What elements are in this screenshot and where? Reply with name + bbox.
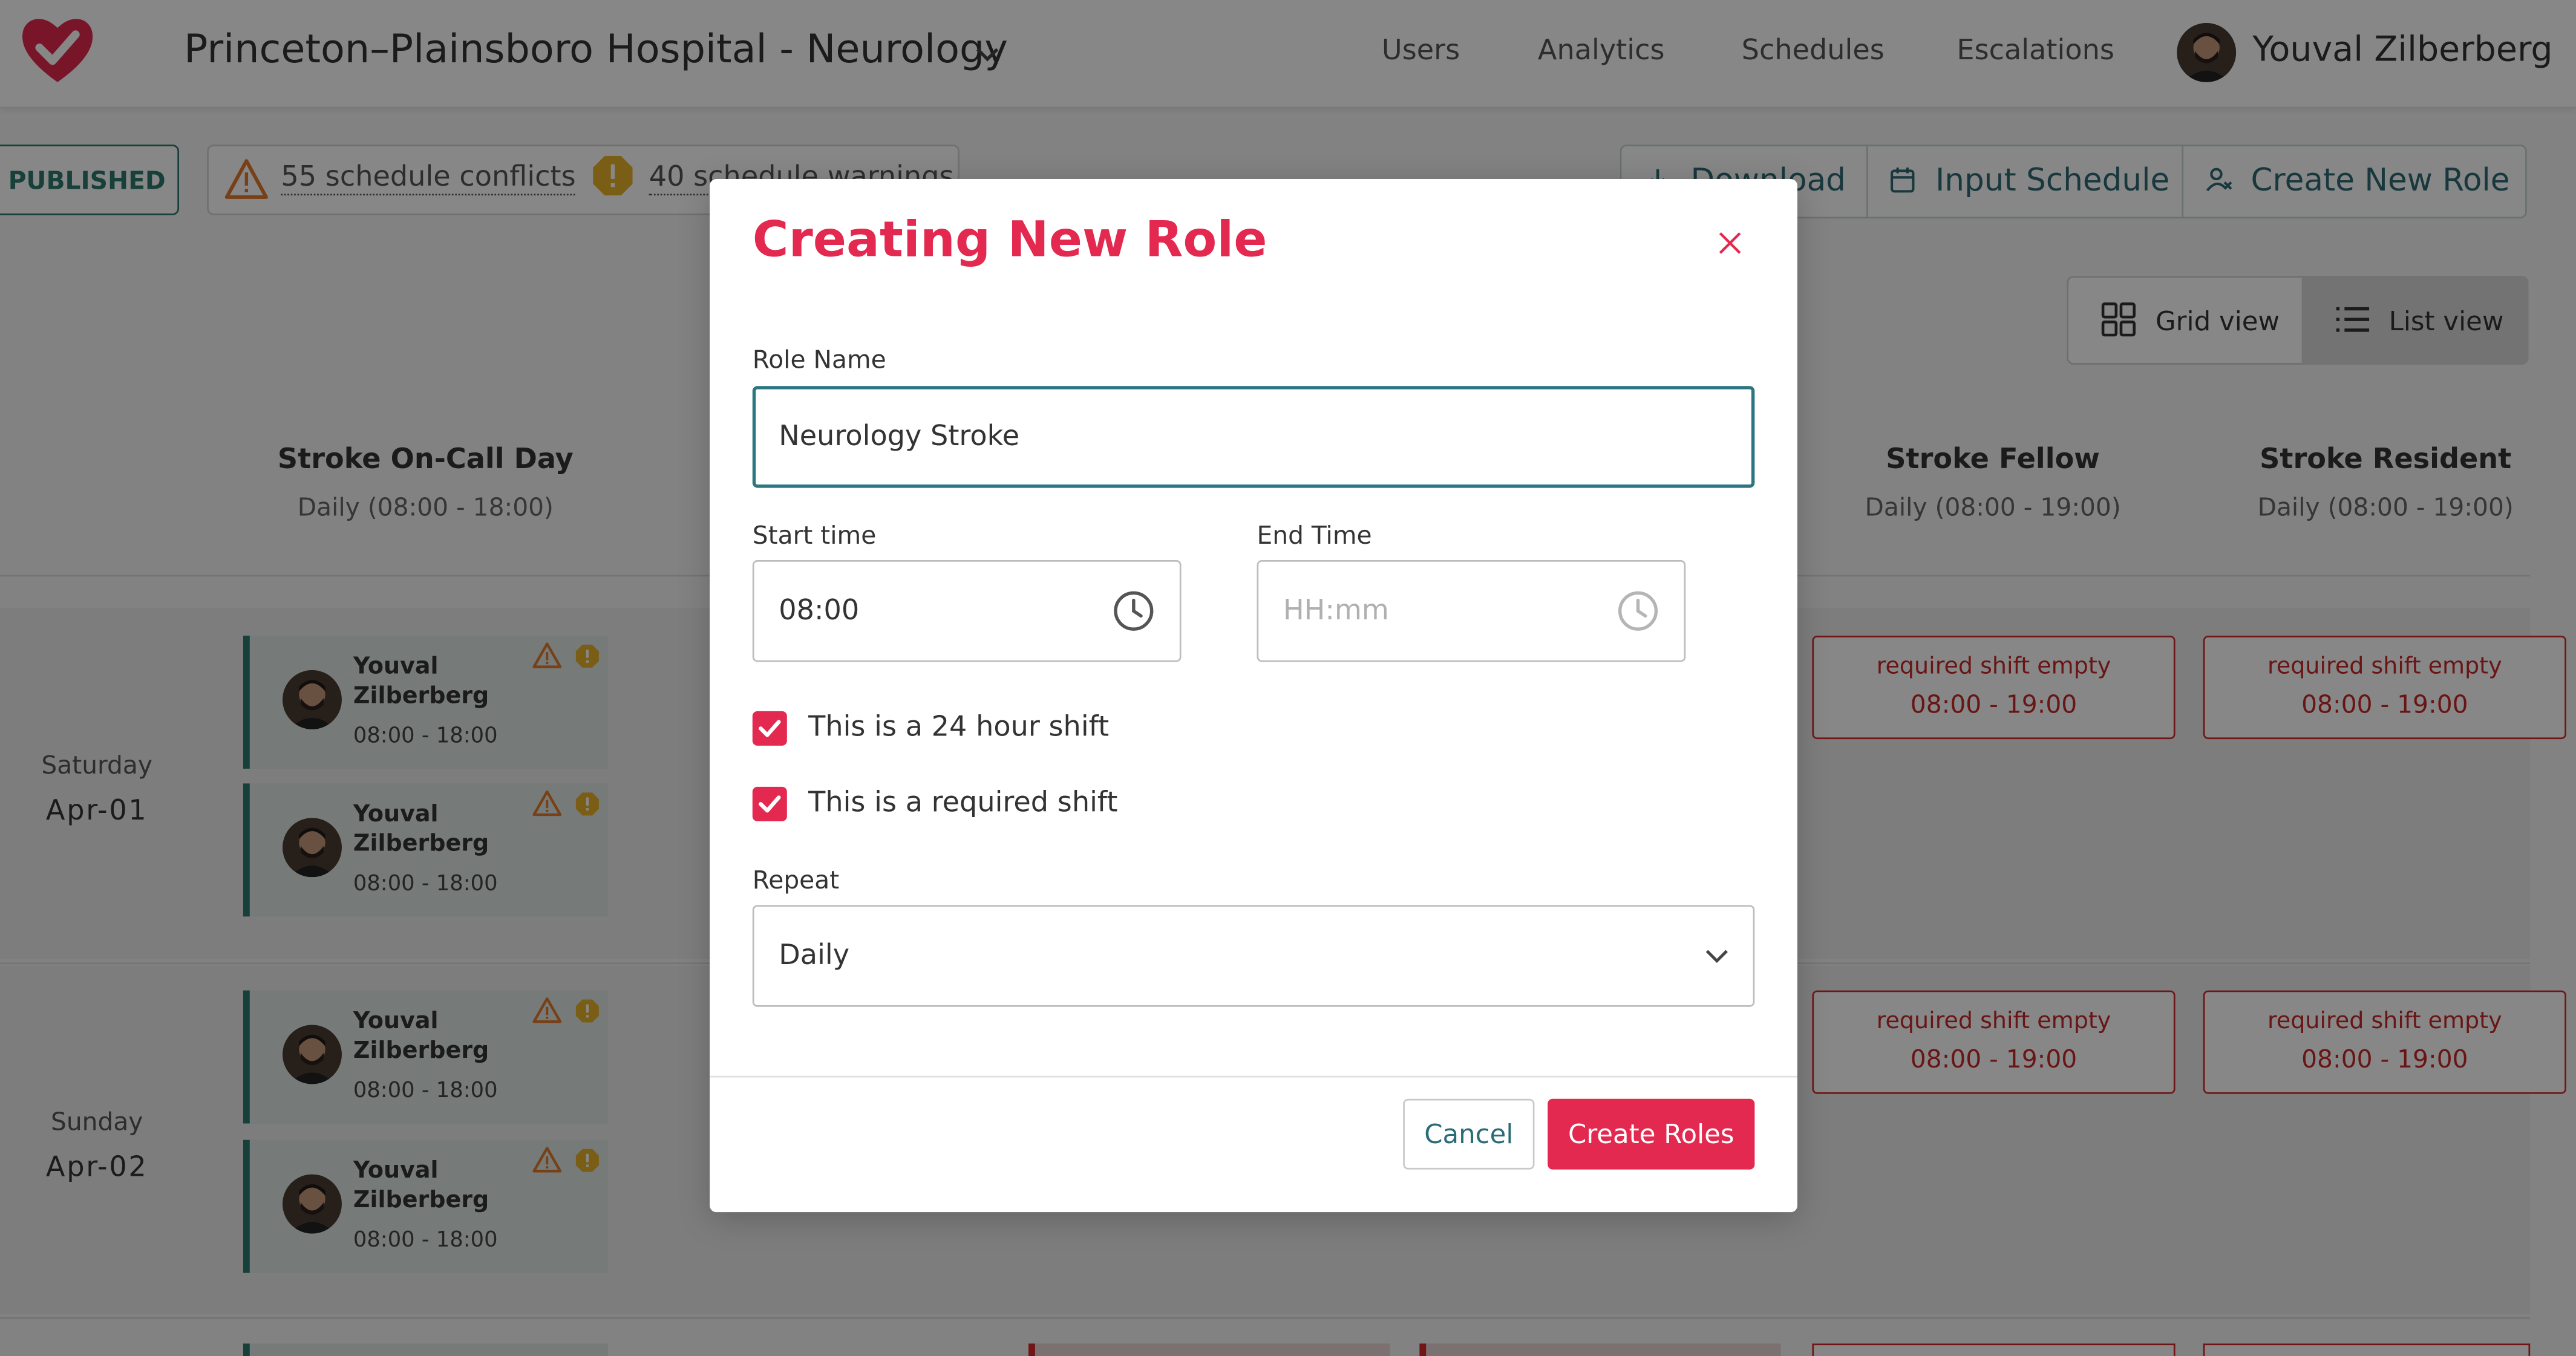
- create-role-modal: Creating New Role Role Name Start time E…: [710, 179, 1797, 1213]
- close-icon[interactable]: [1715, 228, 1745, 258]
- checkbox-checked-icon: [759, 720, 781, 737]
- create-roles-button[interactable]: Create Roles: [1548, 1098, 1755, 1170]
- modal-title: Creating New Role: [752, 212, 1267, 270]
- chevron-down-icon: [1705, 950, 1728, 963]
- repeat-selected-value: Daily: [779, 939, 850, 973]
- cancel-button[interactable]: Cancel: [1403, 1098, 1535, 1170]
- checkbox-24-hour-shift-label[interactable]: This is a 24 hour shift: [808, 711, 1109, 744]
- repeat-label: Repeat: [752, 865, 840, 896]
- repeat-select[interactable]: Daily: [752, 905, 1755, 1007]
- checkbox-required-shift[interactable]: [752, 786, 787, 821]
- end-time-label: End Time: [1257, 520, 1372, 550]
- app-root: Princeton–Plainsboro Hospital - Neurolog…: [0, 0, 2576, 1356]
- checkbox-24-hour-shift[interactable]: [752, 711, 787, 746]
- modal-footer-divider: [710, 1075, 1797, 1078]
- checkbox-checked-icon: [759, 795, 781, 813]
- checkbox-required-shift-label[interactable]: This is a required shift: [808, 787, 1117, 820]
- start-time-label: Start time: [752, 520, 877, 550]
- role-name-input[interactable]: [752, 386, 1755, 488]
- role-name-label: Role Name: [752, 345, 886, 375]
- clock-icon[interactable]: [1617, 590, 1659, 633]
- clock-icon[interactable]: [1113, 590, 1156, 633]
